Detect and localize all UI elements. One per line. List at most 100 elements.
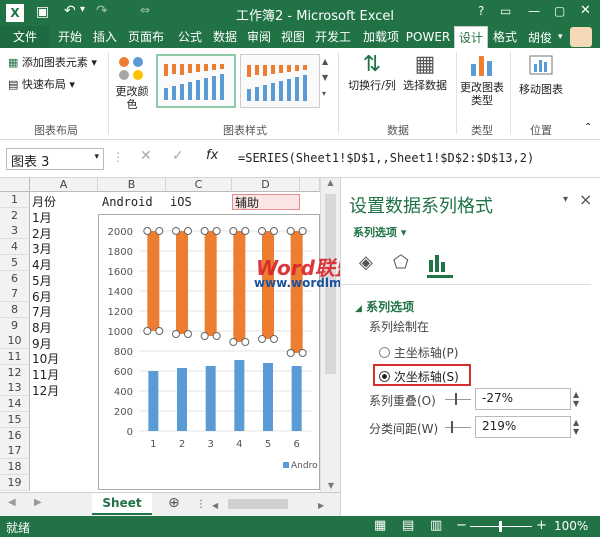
row-header[interactable]: 9: [0, 317, 30, 334]
row-header[interactable]: 7: [0, 286, 30, 303]
scroll-down-icon[interactable]: ▼: [321, 481, 341, 490]
month-cell[interactable]: 8月: [30, 320, 52, 336]
row-header[interactable]: 5: [0, 254, 30, 271]
month-cell[interactable]: 3月: [30, 241, 52, 257]
x-tick-label[interactable]: 5: [265, 439, 271, 450]
zoom-level[interactable]: 100%: [554, 519, 588, 533]
tab-developer[interactable]: 开发工: [310, 26, 356, 48]
overlap-spinner[interactable]: ▲ ▼: [573, 390, 579, 408]
redo-icon[interactable]: ↷: [96, 3, 108, 19]
chart-style-2[interactable]: [240, 54, 320, 108]
bar-android[interactable]: [263, 363, 273, 431]
row-header[interactable]: 14: [0, 396, 30, 413]
column-header[interactable]: A: [30, 178, 98, 192]
bar-android[interactable]: [234, 360, 245, 431]
selection-handle[interactable]: [143, 327, 152, 335]
selection-handle[interactable]: [286, 227, 295, 235]
chevron-down-icon[interactable]: ▾: [94, 152, 99, 162]
zoom-slider-thumb[interactable]: [499, 521, 502, 532]
zoom-out-icon[interactable]: −: [456, 518, 467, 533]
month-cell[interactable]: 6月: [30, 289, 52, 305]
select-all-corner[interactable]: [0, 178, 30, 192]
selection-handle[interactable]: [184, 227, 192, 235]
add-sheet-icon[interactable]: ⊕: [168, 495, 180, 511]
add-chart-element-button[interactable]: ▦ 添加图表元素 ▾: [8, 54, 97, 70]
touch-mode-icon[interactable]: ⇔: [140, 3, 150, 17]
normal-view-icon[interactable]: ▦: [374, 518, 386, 533]
selection-handle[interactable]: [212, 227, 221, 235]
row-header[interactable]: 11: [0, 349, 30, 365]
name-box[interactable]: 图表 3 ▾: [6, 148, 104, 170]
row-header[interactable]: 18: [0, 458, 30, 475]
minimize-button[interactable]: —: [528, 4, 540, 18]
y-tick-label[interactable]: 800: [114, 347, 133, 358]
tab-design[interactable]: 设计: [454, 26, 488, 48]
tab-page-layout[interactable]: 页面布: [122, 26, 170, 48]
effects-icon[interactable]: ⬠: [393, 252, 409, 273]
avatar[interactable]: [570, 27, 592, 47]
scroll-up-icon[interactable]: ▲: [321, 178, 340, 187]
y-tick-label[interactable]: 600: [114, 367, 133, 378]
month-cell[interactable]: 2月: [30, 226, 52, 242]
selection-handle[interactable]: [200, 332, 209, 340]
month-cell[interactable]: 11月: [30, 367, 59, 383]
row-header[interactable]: 17: [0, 443, 30, 460]
column-header[interactable]: C: [166, 178, 232, 192]
selection-handle[interactable]: [200, 227, 209, 235]
series-options-dropdown[interactable]: 系列选项 ▾: [353, 224, 406, 240]
gap-input[interactable]: 219%: [475, 416, 571, 438]
selection-handle[interactable]: [270, 335, 278, 343]
page-layout-view-icon[interactable]: ▤: [402, 518, 414, 533]
selection-handle[interactable]: [172, 330, 180, 338]
selection-handle[interactable]: [298, 227, 307, 235]
row-header[interactable]: 2: [0, 207, 30, 224]
selection-handle[interactable]: [241, 338, 250, 346]
user-name[interactable]: 胡俊: [528, 29, 552, 46]
tab-file[interactable]: 文件: [0, 26, 50, 48]
y-tick-label[interactable]: 1200: [108, 307, 133, 318]
primary-axis-radio[interactable]: 主坐标轴(P): [379, 344, 458, 361]
prev-sheet-icon[interactable]: ◀: [8, 497, 16, 508]
bar-android[interactable]: [205, 366, 216, 431]
ribbon-display-icon[interactable]: ▭: [500, 4, 511, 18]
series-options-icon[interactable]: [427, 252, 453, 278]
selection-handle[interactable]: [298, 349, 307, 357]
tab-review[interactable]: 审阅: [242, 26, 276, 48]
selection-handle[interactable]: [184, 330, 192, 338]
x-tick-label[interactable]: 3: [207, 439, 213, 450]
bar-helper[interactable]: [147, 231, 160, 331]
selection-handle[interactable]: [212, 332, 221, 340]
y-tick-label[interactable]: 1800: [108, 247, 133, 258]
x-tick-label[interactable]: 6: [293, 439, 299, 450]
select-data-button[interactable]: ▦ 选择数据: [400, 52, 450, 118]
tab-formulas[interactable]: 公式: [172, 26, 208, 48]
row-header[interactable]: 12: [0, 364, 30, 381]
bar-helper[interactable]: [204, 231, 217, 336]
pane-close-button[interactable]: ×: [579, 190, 592, 209]
month-cell[interactable]: 7月: [30, 304, 52, 320]
cell-b1[interactable]: Android: [100, 194, 153, 210]
selection-handle[interactable]: [286, 349, 295, 357]
x-tick-label[interactable]: 2: [179, 439, 185, 450]
column-header[interactable]: B: [98, 178, 166, 192]
cancel-icon[interactable]: ✕: [140, 148, 152, 164]
enter-icon[interactable]: ✓: [172, 148, 184, 164]
month-cell[interactable]: 1月: [30, 210, 52, 226]
bar-helper[interactable]: [233, 231, 246, 342]
tab-home[interactable]: 开始: [52, 26, 88, 48]
bar-android[interactable]: [148, 371, 159, 431]
selection-handle[interactable]: [155, 227, 164, 235]
selection-handle[interactable]: [229, 227, 238, 235]
hscroll-right-icon[interactable]: ▶: [318, 501, 324, 510]
selection-handle[interactable]: [241, 227, 250, 235]
selection-handle[interactable]: [143, 227, 152, 235]
selection-handle[interactable]: [229, 338, 238, 346]
page-break-view-icon[interactable]: ▥: [430, 518, 442, 533]
legend-swatch[interactable]: [283, 462, 289, 468]
tab-power[interactable]: POWER: [404, 26, 452, 48]
hscroll-left-icon[interactable]: ◀: [212, 501, 218, 510]
row-header[interactable]: 15: [0, 411, 30, 428]
save-icon[interactable]: ▣: [36, 4, 49, 20]
tab-insert[interactable]: 插入: [88, 26, 122, 48]
insert-function-icon[interactable]: fx: [206, 148, 218, 163]
